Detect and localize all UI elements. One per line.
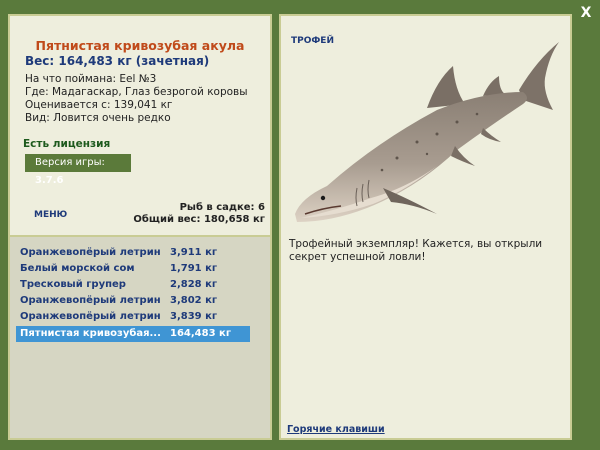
catch-row[interactable]: Тресковый групер 2,828 кг (16, 277, 250, 293)
catch-row[interactable]: Оранжевопёрый летрин 3,839 кг (16, 309, 250, 325)
fish-info-panel: Пятнистая кривозубая акула Вес: 164,483 … (8, 14, 272, 440)
cage-stats: Рыб в садке: 6 Общий вес: 180,658 кг (133, 202, 265, 226)
catch-weight: 2,828 кг (170, 279, 218, 290)
version-badge: Версия игры: 3.7.6 (25, 154, 131, 186)
catch-name: Оранжевопёрый летрин (20, 247, 161, 258)
total-weight: Общий вес: 180,658 кг (133, 214, 265, 225)
version-number: 3.7.6 (35, 175, 64, 186)
catch-name: Тресковый групер (20, 279, 126, 290)
fish-bait: На что поймана: Eel №3 (25, 73, 157, 85)
trophy-message: Трофейный экземпляр! Кажется, вы открыли… (289, 238, 543, 263)
fish-value: Оценивается с: 139,041 кг (25, 99, 173, 111)
version-label: Версия игры: (35, 157, 105, 168)
catch-weight: 3,911 кг (170, 247, 218, 258)
catch-row-selected[interactable]: Пятнистая кривозубая... 164,483 кг (16, 326, 250, 342)
catch-weight: 3,802 кг (170, 295, 218, 306)
trophy-panel: ТРОФЕЙ Трофейный экземпляр! Кажется, вы … (279, 14, 572, 440)
catch-name: Оранжевопёрый летрин (20, 295, 161, 306)
catch-weight: 1,791 кг (170, 263, 218, 274)
catch-weight: 164,483 кг (170, 328, 232, 339)
catch-name: Пятнистая кривозубая... (20, 328, 161, 339)
fish-in-cage: Рыб в садке: 6 (179, 202, 265, 213)
catch-row[interactable]: Оранжевопёрый летрин 3,802 кг (16, 293, 250, 309)
catch-weight: 3,839 кг (170, 311, 218, 322)
fish-title: Пятнистая кривозубая акула (35, 38, 245, 53)
catch-row[interactable]: Оранжевопёрый летрин 3,911 кг (16, 245, 250, 261)
close-button[interactable]: X (578, 5, 594, 21)
catch-row[interactable]: Белый морской сом 1,791 кг (16, 261, 250, 277)
fish-location: Где: Мадагаскар, Глаз безрогой коровы (25, 86, 248, 98)
catch-name: Белый морской сом (20, 263, 135, 274)
hotkeys-link[interactable]: Горячие клавиши (287, 424, 385, 435)
catch-name: Оранжевопёрый летрин (20, 311, 161, 322)
fish-kind: Вид: Ловится очень редко (25, 112, 171, 124)
license-status: Есть лицензия (23, 138, 111, 150)
fish-weight: Вес: 164,483 кг (зачетная) (25, 54, 210, 68)
menu-button[interactable]: МЕНЮ (34, 210, 67, 220)
catch-list: Оранжевопёрый летрин 3,911 кг Белый морск… (10, 235, 270, 438)
shark-image (295, 42, 559, 222)
